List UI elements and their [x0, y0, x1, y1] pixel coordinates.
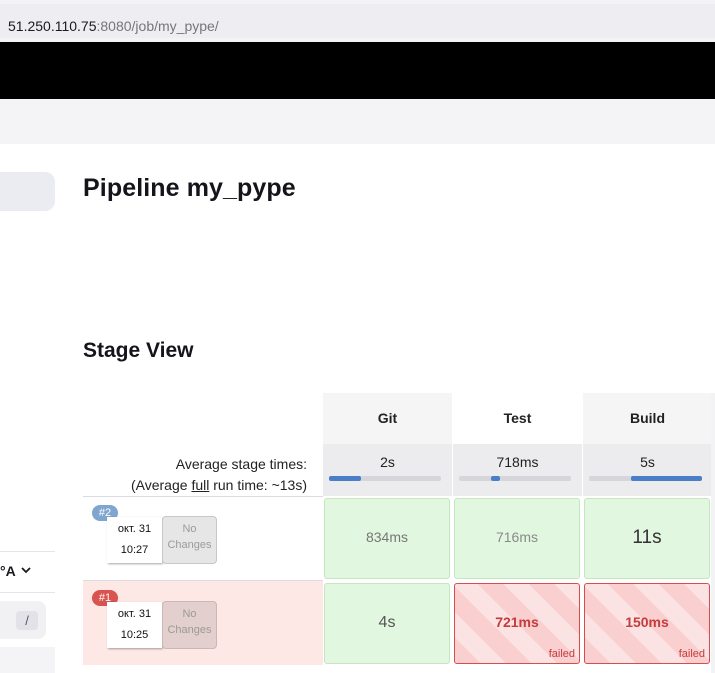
changes-line1: No: [182, 608, 197, 620]
changes-line2: Changes: [167, 624, 212, 636]
browser-toolbar: 51.250.110.75:8080/job/my_pype/: [0, 0, 715, 43]
full-run-time-link[interactable]: full: [191, 477, 209, 493]
branch-selector[interactable]: °A: [0, 551, 55, 593]
address-url[interactable]: 51.250.110.75:8080/job/my_pype/: [8, 18, 219, 34]
stage-status-failed: failed: [678, 648, 705, 660]
stage-duration: 721ms: [495, 614, 539, 630]
run-time: 10:25: [120, 629, 149, 641]
stage-cell-build-run2[interactable]: 11s: [584, 498, 710, 579]
sidebar-item-active[interactable]: [0, 172, 55, 211]
stage-avg-test-bar: [459, 476, 571, 481]
stage-view-scroll-edge: [711, 393, 715, 673]
changes-line2: Changes: [167, 539, 212, 551]
stage-avg-test-bar-fill: [491, 476, 500, 481]
stage-duration: 834ms: [365, 529, 409, 545]
average-stage-times-label: Average stage times: (Average full run t…: [131, 454, 307, 496]
run-date-box: окт. 31 10:27: [107, 517, 162, 563]
stage-avg-build: 5s: [583, 444, 712, 496]
avg-label-line1: Average stage times:: [175, 456, 307, 472]
stage-cell-git-run1[interactable]: 4s: [324, 583, 450, 664]
url-path: :8080/job/my_pype/: [96, 18, 219, 34]
breadcrumb-bar: [0, 99, 715, 144]
chevron-down-icon: [21, 567, 31, 574]
sidebar-search-row[interactable]: /: [0, 601, 46, 639]
stage-header-test: Test: [453, 393, 582, 444]
stage-status-failed: failed: [548, 648, 575, 660]
stage-cell-git-run2[interactable]: 834ms: [324, 498, 450, 579]
stage-avg-git-bar: [329, 476, 441, 481]
avg-label-line2: (Average full run time: ~13s): [131, 475, 307, 496]
branch-selector-label: °A: [0, 563, 16, 579]
changes-line1: No: [182, 523, 197, 535]
stage-header-git: Git: [323, 393, 452, 444]
stage-avg-git-bar-fill: [329, 476, 361, 481]
stage-duration: 716ms: [495, 529, 539, 545]
stage-cell-build-run1[interactable]: 150ms failed: [584, 583, 710, 664]
stage-header-build: Build: [583, 393, 712, 444]
avg-prefix: (Average: [130, 477, 192, 493]
stage-duration: 11s: [632, 527, 662, 548]
run-changes-box[interactable]: No Changes: [162, 601, 217, 649]
stage-avg-test: 718ms: [453, 444, 582, 496]
stage-cell-test-run2[interactable]: 716ms: [454, 498, 580, 579]
sidebar-bottom-item[interactable]: [0, 647, 55, 673]
stage-cell-test-run1[interactable]: 721ms failed: [454, 583, 580, 664]
stage-avg-build-value: 5s: [640, 454, 655, 470]
stage-view-title: Stage View: [83, 339, 194, 362]
stage-duration: 4s: [378, 614, 396, 631]
run-date: окт. 31: [117, 608, 152, 620]
stage-avg-build-bar: [589, 476, 702, 481]
stage-avg-build-bar-fill: [631, 476, 702, 481]
run-time: 10:27: [120, 544, 149, 556]
stage-duration: 150ms: [625, 614, 669, 630]
stage-avg-test-value: 718ms: [496, 454, 539, 470]
address-bar[interactable]: 51.250.110.75:8080/job/my_pype/: [0, 4, 715, 38]
stage-avg-git-value: 2s: [380, 454, 395, 470]
run-date-box: окт. 31 10:25: [107, 602, 162, 648]
run-changes-box[interactable]: No Changes: [162, 516, 217, 564]
run-date: окт. 31: [117, 523, 152, 535]
url-host: 51.250.110.75: [8, 18, 97, 34]
keyboard-shortcut-slash: /: [16, 611, 38, 630]
page-title: Pipeline my_pype: [83, 174, 296, 202]
jenkins-header: [0, 42, 715, 99]
stage-avg-git: 2s: [323, 444, 452, 496]
avg-suffix: run time: ~13s): [209, 477, 307, 493]
